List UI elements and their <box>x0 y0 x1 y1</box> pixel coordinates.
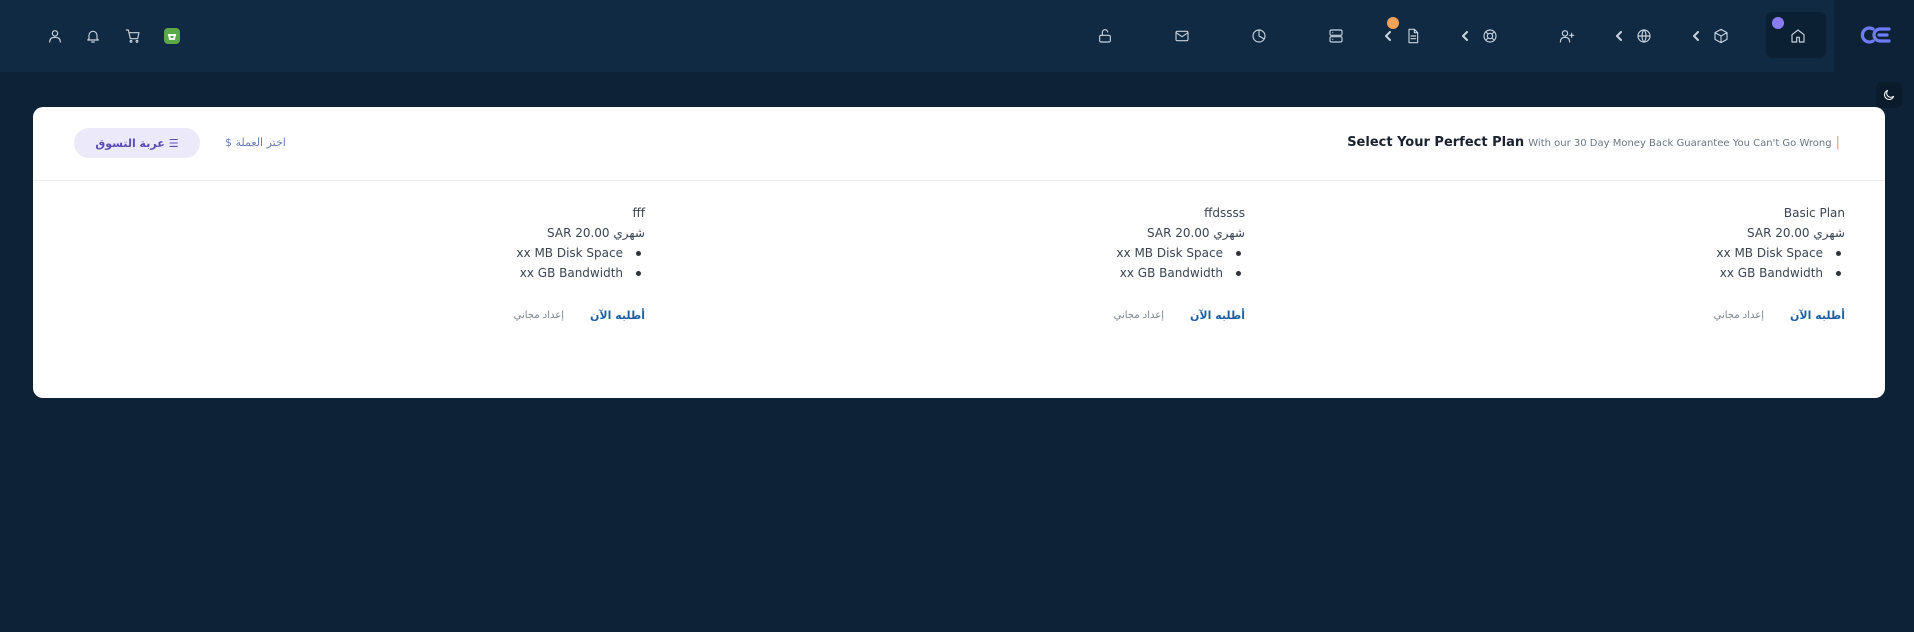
chevron-left-icon[interactable] <box>1612 25 1626 47</box>
plan-price: SAR 20.00 شهري <box>547 226 645 240</box>
chevron-left-icon[interactable] <box>1689 25 1703 47</box>
feature-item: xx MB Disk Space <box>865 243 1241 263</box>
plan-features: xx MB Disk Space xx GB Bandwidth <box>865 243 1245 283</box>
home-icon[interactable] <box>1787 25 1809 47</box>
plan-card: fff SAR 20.00 شهري xx MB Disk Space xx G… <box>265 203 645 327</box>
plan-price: SAR 20.00 شهري <box>1147 226 1245 240</box>
setup-fee-label: إعداد مجاني <box>513 309 565 321</box>
bell-icon[interactable] <box>82 25 104 47</box>
setup-fee-label: إعداد مجاني <box>1113 309 1165 321</box>
plan-name: ffdssss <box>1204 206 1245 220</box>
document-icon[interactable] <box>1402 25 1424 47</box>
feature-item: xx GB Bandwidth <box>865 263 1241 283</box>
currency-selector[interactable]: $ اختر العملة <box>225 136 286 149</box>
plan-actions: أطلبه الآن إعداد مجاني <box>1465 303 1845 327</box>
pie-chart-icon[interactable] <box>1248 25 1270 47</box>
feature-item: xx MB Disk Space <box>265 243 641 263</box>
heading-accent: | <box>1835 135 1840 150</box>
plan-price: SAR 20.00 شهري <box>1747 226 1845 240</box>
cart-button-label: عربة التسوق <box>95 136 165 150</box>
feature-item: xx GB Bandwidth <box>1465 263 1841 283</box>
plan-name: fff <box>632 206 646 220</box>
card-header: | Select Your Perfect Plan With our 30 Da… <box>33 107 1885 181</box>
brand-logo[interactable] <box>1859 22 1893 48</box>
globe-icon[interactable] <box>1633 25 1655 47</box>
menu-icon: ☰ <box>168 136 179 150</box>
plan-actions: أطلبه الآن إعداد مجاني <box>265 303 645 327</box>
order-now-button[interactable]: أطلبه الآن <box>1790 309 1845 322</box>
user-icon[interactable] <box>44 25 66 47</box>
lifebuoy-icon[interactable] <box>1479 25 1501 47</box>
order-now-button[interactable]: أطلبه الآن <box>590 309 645 322</box>
mail-icon[interactable] <box>1171 25 1193 47</box>
store-badge-icon[interactable] <box>164 28 180 44</box>
setup-fee-label: إعداد مجاني <box>1713 309 1765 321</box>
plan-card: Basic Plan SAR 20.00 شهري xx MB Disk Spa… <box>1465 203 1845 327</box>
notification-dot-purple <box>1772 17 1784 29</box>
box-icon[interactable] <box>1710 25 1732 47</box>
feature-item: xx MB Disk Space <box>1465 243 1841 263</box>
plan-card: ffdssss SAR 20.00 شهري xx MB Disk Space … <box>865 203 1245 327</box>
plan-actions: أطلبه الآن إعداد مجاني <box>865 303 1245 327</box>
page-subtitle: With our 30 Day Money Back Guarantee You… <box>1528 138 1832 149</box>
user-plus-icon[interactable] <box>1556 25 1578 47</box>
feature-item: xx GB Bandwidth <box>265 263 641 283</box>
plans-heading: | Select Your Perfect Plan With our 30 Da… <box>1347 135 1840 150</box>
chevron-left-icon[interactable] <box>1458 25 1472 47</box>
dark-mode-toggle[interactable] <box>1876 82 1902 108</box>
notification-dot-orange <box>1387 17 1399 29</box>
shopping-cart-button[interactable]: ☰ عربة التسوق <box>74 128 200 158</box>
moon-icon <box>1884 89 1895 100</box>
plan-name: Basic Plan <box>1783 206 1845 220</box>
plan-features: xx MB Disk Space xx GB Bandwidth <box>1465 243 1845 283</box>
server-icon[interactable] <box>1325 25 1347 47</box>
unlock-icon[interactable] <box>1094 25 1116 47</box>
cart-icon[interactable] <box>122 25 144 47</box>
order-now-button[interactable]: أطلبه الآن <box>1190 309 1245 322</box>
page-title: Select Your Perfect Plan <box>1347 135 1525 150</box>
plans-card: | Select Your Perfect Plan With our 30 Da… <box>33 107 1885 398</box>
plan-features: xx MB Disk Space xx GB Bandwidth <box>265 243 645 283</box>
